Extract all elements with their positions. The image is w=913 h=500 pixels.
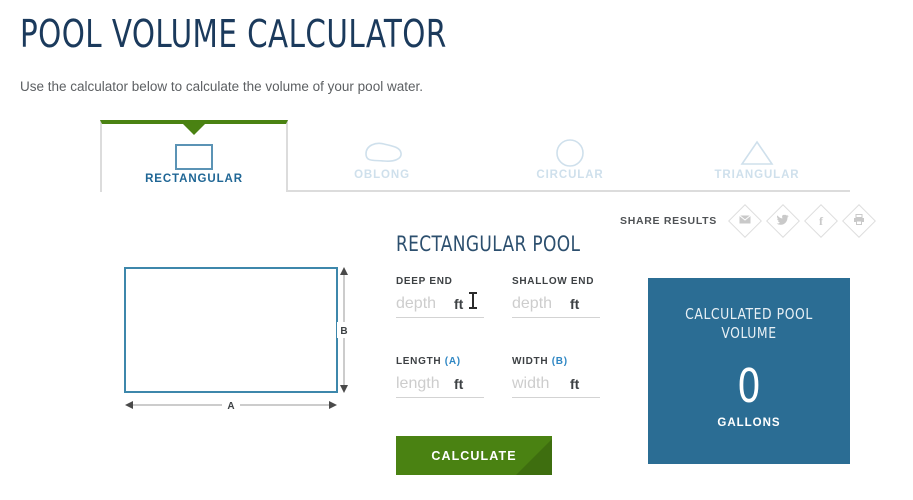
oblong-icon [288,136,476,170]
field-row-length[interactable]: ft [396,375,484,398]
field-length: LENGTH (A) ft [396,356,484,398]
field-label-text-length: LENGTH [396,356,442,367]
tab-triangular[interactable]: TRIANGULAR [664,120,850,192]
svg-text:A: A [227,401,234,412]
rectangular-pool-diagram: B A [110,262,360,413]
field-label-deep-end: DEEP END [396,276,484,287]
result-heading: CALCULATED POOL VOLUME [685,305,813,342]
active-tab-pointer-icon [183,124,205,135]
tab-label-oblong: OBLONG [354,169,410,181]
shallow-end-input[interactable] [512,295,570,313]
shallow-end-unit: ft [570,296,580,312]
envelope-icon [739,215,751,227]
rectangle-icon [102,140,286,174]
share-results-bar: SHARE RESULTS f [620,204,885,238]
field-label-shallow-end: SHALLOW END [512,276,600,287]
page-subtitle: Use the calculator below to calculate th… [20,79,423,94]
tab-label-triangular: TRIANGULAR [714,169,800,181]
field-dim-length: (A) [444,356,461,367]
tab-label-rectangular: RECTANGULAR [145,173,243,185]
field-label-text-width: WIDTH [512,356,549,367]
page-title: POOL VOLUME CALCULATOR [20,12,447,56]
share-print-button[interactable] [842,204,876,238]
field-label-text-deep-end: DEEP END [396,276,453,287]
svg-text:B: B [340,326,347,337]
share-email-button[interactable] [728,204,762,238]
tab-oblong[interactable]: OBLONG [288,120,476,192]
deep-end-input[interactable] [396,295,454,313]
pool-shape-tabs: RECTANGULAR OBLONG CIRCULAR TRIANGULAR [100,120,850,192]
text-cursor-icon [469,292,477,309]
field-label-text-shallow-end: SHALLOW END [512,276,595,287]
length-unit: ft [454,376,464,392]
tab-rectangular[interactable]: RECTANGULAR [100,120,288,192]
result-unit: GALLONS [717,417,781,429]
field-label-width: WIDTH (B) [512,356,600,367]
field-row-deep-end[interactable]: ft [396,292,484,318]
share-results-label: SHARE RESULTS [620,215,717,227]
field-shallow-end: SHALLOW END ft [512,276,600,318]
circle-icon [476,136,664,170]
field-deep-end: DEEP END ft [396,276,484,318]
twitter-bird-icon [777,213,789,228]
length-input[interactable] [396,375,454,393]
field-label-length: LENGTH (A) [396,356,484,367]
pool-shape-outline [124,267,338,393]
form-title: RECTANGULAR POOL [396,232,581,256]
tab-label-circular: CIRCULAR [536,169,604,181]
share-twitter-button[interactable] [766,204,800,238]
field-width: WIDTH (B) ft [512,356,600,398]
field-dim-width: (B) [551,356,568,367]
deep-end-unit: ft [454,296,464,312]
calculate-button-label: CALCULATE [431,448,517,463]
result-value: 0 [737,359,761,413]
field-row-shallow-end[interactable]: ft [512,295,600,318]
field-row-width[interactable]: ft [512,375,600,398]
share-facebook-button[interactable]: f [804,204,838,238]
printer-icon [853,214,865,228]
tab-circular[interactable]: CIRCULAR [476,120,664,192]
facebook-icon: f [819,214,823,228]
triangle-icon [664,136,850,170]
width-input[interactable] [512,375,570,393]
calculated-volume-panel: CALCULATED POOL VOLUME 0 GALLONS [648,278,850,464]
width-unit: ft [570,376,580,392]
button-corner-accent [516,439,552,475]
calculate-button[interactable]: CALCULATE [396,436,552,475]
